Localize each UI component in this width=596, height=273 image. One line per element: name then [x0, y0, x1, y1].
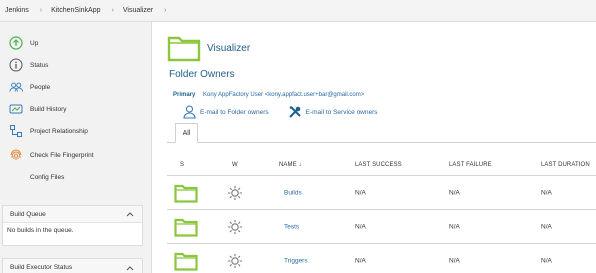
people-icon [9, 80, 23, 94]
main-panel: Visualizer Folder Owners Primary Kony Ap… [153, 22, 596, 273]
sidebar-item-label: People [30, 83, 51, 91]
table-row: Tests N/A N/A N/A [167, 209, 596, 243]
last-failure-value: N/A [449, 257, 460, 264]
email-service-owners-label: E-mail to Service owners [305, 108, 378, 116]
column-header-name[interactable]: NAME ↓ [279, 162, 302, 168]
breadcrumb-separator-icon[interactable]: › [112, 7, 114, 14]
last-success-value: N/A [355, 257, 366, 264]
fingerprint-icon [9, 148, 23, 162]
weather-icon [228, 185, 242, 200]
folder-icon [174, 252, 198, 271]
sidebar-item-label: Config Files [30, 173, 65, 181]
build-queue-empty-text: No builds in the queue. [7, 227, 74, 234]
info-icon [9, 58, 23, 72]
build-queue-header[interactable]: Build Queue [3, 206, 142, 223]
column-header-last-success[interactable]: LAST SUCCESS [355, 162, 402, 168]
tab-divider [167, 142, 596, 143]
sidebar-item-status[interactable]: Status [0, 55, 152, 75]
sidebar-item-config-files[interactable]: Config Files [0, 167, 152, 187]
folder-owners-title: Folder Owners [169, 69, 235, 80]
tab-all[interactable]: All [175, 123, 198, 143]
job-name-link[interactable]: Builds [284, 189, 302, 196]
sidebar-item-label: Up [30, 39, 39, 47]
build-executor-header[interactable]: Build Executor Status [3, 259, 142, 273]
build-executor-title: Build Executor Status [10, 264, 73, 271]
breadcrumb-visualizer[interactable]: Visualizer [123, 7, 153, 14]
sidebar-item-build-history[interactable]: Build History [0, 99, 152, 119]
email-folder-owners-label: E-mail to Folder owners [200, 108, 269, 116]
table-row: Builds N/A N/A N/A [167, 175, 596, 209]
page-header: Visualizer [167, 34, 250, 62]
email-actions: E-mail to Folder owners E-mail to Servic… [183, 105, 397, 119]
column-header-last-failure[interactable]: LAST FAILURE [449, 162, 492, 168]
sidebar-item-project-relationship[interactable]: Project Relationship [0, 121, 152, 141]
primary-owner-row: Primary Kony AppFactory User <kony.appfa… [173, 92, 364, 98]
table-row: Triggers N/A N/A N/A [167, 243, 596, 273]
tools-icon [288, 106, 301, 118]
page-title: Visualizer [207, 42, 251, 54]
breadcrumb-separator-icon[interactable]: › [40, 7, 42, 14]
sidebar: Up Status People Build History Project R… [0, 22, 152, 273]
last-success-value: N/A [355, 189, 366, 196]
sidebar-item-up[interactable]: Up [0, 33, 152, 53]
job-name-link[interactable]: Triggers [284, 257, 308, 264]
weather-icon [228, 219, 242, 234]
breadcrumb: Jenkins › KitchenSinkApp › Visualizer › [0, 0, 596, 22]
email-folder-owners-link[interactable]: E-mail to Folder owners [183, 105, 269, 119]
folder-icon [167, 36, 201, 62]
breadcrumb-separator-icon[interactable]: › [164, 7, 166, 14]
last-duration-value: N/A [541, 223, 552, 230]
folder-icon [174, 218, 198, 237]
sidebar-item-label: Check File Fingerprint [30, 151, 94, 159]
breadcrumb-jenkins[interactable]: Jenkins [5, 7, 29, 14]
column-header-last-duration[interactable]: LAST DURATION [541, 162, 590, 168]
breadcrumb-kitchensinkapp[interactable]: KitchenSinkApp [51, 7, 100, 14]
build-history-icon [9, 102, 23, 116]
folder-icon [174, 184, 198, 203]
last-failure-value: N/A [449, 189, 460, 196]
sidebar-item-label: Status [30, 61, 49, 69]
column-header-weather[interactable]: W [232, 162, 238, 168]
sidebar-item-people[interactable]: People [0, 77, 152, 97]
sidebar-item-label: Build History [30, 105, 67, 113]
column-header-status[interactable]: S [180, 162, 184, 168]
chevron-up-icon[interactable] [126, 211, 134, 217]
sidebar-item-label: Project Relationship [30, 127, 88, 135]
build-queue-pane: Build Queue No builds in the queue. [2, 205, 143, 246]
last-duration-value: N/A [541, 257, 552, 264]
build-queue-title: Build Queue [10, 210, 46, 218]
up-arrow-icon [9, 36, 23, 50]
last-failure-value: N/A [449, 223, 460, 230]
primary-owner-link[interactable]: Kony AppFactory User <kony.appfact.user+… [203, 92, 364, 98]
build-executor-pane: Build Executor Status [2, 258, 143, 273]
person-icon [183, 105, 196, 119]
job-name-link[interactable]: Tests [284, 223, 299, 230]
project-relationship-icon [9, 124, 23, 138]
weather-icon [228, 253, 242, 268]
sidebar-item-check-file-fingerprint[interactable]: Check File Fingerprint [0, 145, 152, 165]
chevron-up-icon[interactable] [126, 265, 134, 271]
primary-label: Primary [173, 92, 196, 98]
last-success-value: N/A [355, 223, 366, 230]
last-duration-value: N/A [541, 189, 552, 196]
email-service-owners-link[interactable]: E-mail to Service owners [288, 105, 378, 119]
